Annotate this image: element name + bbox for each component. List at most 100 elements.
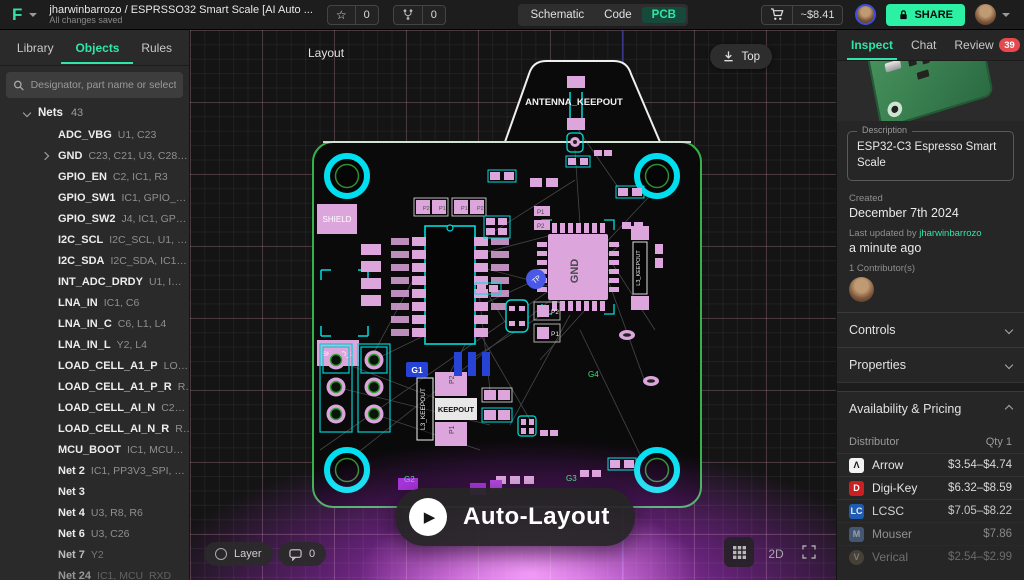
comments-button[interactable]: 0: [278, 542, 326, 566]
pad-label-p1: P1: [551, 331, 559, 338]
net-item[interactable]: GNDC23, C21, U3, C28, Y...: [0, 145, 189, 166]
tab-objects[interactable]: Objects: [71, 32, 123, 64]
chevron-down-icon[interactable]: [23, 109, 31, 117]
net-item[interactable]: MCU_BOOTIC1, MCU_BO...: [0, 439, 189, 460]
tab-review[interactable]: Review 39: [954, 30, 1020, 60]
tab-schematic[interactable]: Schematic: [520, 7, 594, 23]
layer-top-button[interactable]: Top: [710, 44, 772, 69]
auto-layout-label: Auto-Layout: [463, 503, 610, 531]
layer-selector-button[interactable]: Layer: [204, 542, 273, 566]
controls-section-header[interactable]: Controls: [837, 312, 1024, 347]
tab-pcb[interactable]: PCB: [642, 7, 686, 23]
auto-layout-button[interactable]: ▶ Auto-Layout: [395, 488, 635, 546]
net-refs: I2C_SCL, U1, IC1,...: [109, 234, 189, 246]
created-label: Created: [849, 193, 1012, 204]
net-item[interactable]: GPIO_SW1IC1, GPIO_SW1...: [0, 187, 189, 208]
2d-mode-button[interactable]: 2D: [761, 539, 791, 569]
nets-group-header[interactable]: Nets 43: [0, 102, 189, 124]
nets-list: ADC_VBGU1, C23GNDC23, C21, U3, C28, Y...…: [0, 124, 189, 580]
chevron-right-icon[interactable]: [41, 152, 49, 160]
star-button[interactable]: ☆: [328, 6, 355, 24]
distributor-price: $7.05–$8.22: [948, 505, 1012, 517]
antenna-keepout-label: ANTENNA_KEEPOUT: [525, 97, 623, 108]
net-name: LOAD_CELL_A1_P_R: [58, 381, 172, 393]
cart-total[interactable]: ~$8.41: [792, 6, 843, 24]
net-item[interactable]: LNA_INIC1, C6: [0, 292, 189, 313]
properties-section-header[interactable]: Properties: [837, 347, 1024, 382]
net-item[interactable]: Net 4U3, R8, R6: [0, 502, 189, 523]
net-item[interactable]: Net 6U3, C26: [0, 523, 189, 544]
net-item[interactable]: LNA_IN_CC6, L1, L4: [0, 313, 189, 334]
project-title-block[interactable]: jharwinbarrozo / ESPRSSO32 Smart Scale […: [49, 4, 313, 26]
object-search[interactable]: [6, 72, 183, 98]
search-input[interactable]: [31, 79, 176, 91]
net-item[interactable]: I2C_SCL I2C_SCL, U1, IC1,...: [0, 229, 189, 250]
logo-menu-caret-icon[interactable]: [29, 13, 37, 17]
flux-logo[interactable]: F: [12, 5, 21, 25]
distributor-row[interactable]: MMouser$7.86: [837, 522, 1024, 545]
cart-button[interactable]: [762, 6, 792, 24]
pad-label-p2: P2: [423, 206, 430, 212]
distributor-name: Mouser: [872, 527, 975, 541]
pricing-section-header[interactable]: Availability & Pricing: [837, 391, 1024, 426]
chevron-up-icon: [1005, 405, 1013, 413]
net-item[interactable]: I2C_SDAI2C_SDA, IC1, J5,...: [0, 250, 189, 271]
net-item[interactable]: Net 3: [0, 481, 189, 502]
net-item[interactable]: LOAD_CELL_A1_PLOAD_...: [0, 355, 189, 376]
net-item[interactable]: LNA_IN_LY2, L4: [0, 334, 189, 355]
description-field[interactable]: Description ESP32-C3 Espresso Smart Scal…: [847, 131, 1014, 181]
play-icon[interactable]: ▶: [409, 498, 447, 536]
fork-count[interactable]: 0: [422, 6, 445, 24]
grid-toggle-button[interactable]: [724, 537, 754, 567]
user-menu-caret-icon[interactable]: [1002, 13, 1010, 17]
pad-label-p2: P2: [551, 309, 559, 316]
distributor-row[interactable]: DDigi-Key$6.32–$8.59: [837, 476, 1024, 499]
g1-label: G1: [411, 365, 423, 375]
net-item[interactable]: LOAD_CELL_AI_N_RR4, J3: [0, 418, 189, 439]
net-item[interactable]: Net 2IC1, PP3V3_SPI, C10: [0, 460, 189, 481]
distributor-name: Arrow: [872, 458, 940, 472]
pricing-rows: ΛArrow$3.54–$4.74DDigi-Key$6.32–$8.59LCL…: [837, 453, 1024, 568]
contributor-avatar[interactable]: [849, 277, 874, 302]
fork-widget: 0: [393, 5, 446, 25]
net-item[interactable]: GPIO_SW2J4, IC1, GPIO_...: [0, 208, 189, 229]
net-item[interactable]: Net 24IC1, MCU_RXD: [0, 565, 189, 580]
net-item[interactable]: LOAD_CELL_A1_P_RR2, J3: [0, 376, 189, 397]
distributor-row[interactable]: VVerical$2.54–$2.99: [837, 545, 1024, 568]
net-name: I2C_SCL: [58, 234, 103, 246]
fullscreen-button[interactable]: [794, 537, 824, 567]
net-refs: U1, INT_A...: [149, 276, 189, 288]
net-item[interactable]: GPIO_ENC2, IC1, R3: [0, 166, 189, 187]
net-name: LOAD_CELL_A1_P: [58, 360, 158, 372]
fork-button[interactable]: [394, 6, 422, 24]
net-name: GND: [58, 150, 82, 162]
net-item[interactable]: LOAD_CELL_AI_NC20, LO...: [0, 397, 189, 418]
board-3d-render: [866, 61, 994, 121]
star-icon: ☆: [336, 8, 347, 22]
collaborator-avatar[interactable]: [855, 4, 876, 25]
net-item[interactable]: ADC_VBGU1, C23: [0, 124, 189, 145]
crystal[interactable]: [506, 300, 528, 332]
fork-icon: [402, 8, 414, 21]
tab-chat[interactable]: Chat: [911, 30, 936, 60]
digi-key-logo-icon: D: [849, 481, 864, 496]
net-name: LOAD_CELL_AI_N_R: [58, 423, 169, 435]
tab-library[interactable]: Library: [13, 32, 58, 64]
tab-code[interactable]: Code: [594, 7, 642, 23]
net-refs: Y2, L4: [117, 339, 147, 351]
net-item[interactable]: INT_ADC_DRDYU1, INT_A...: [0, 271, 189, 292]
star-count[interactable]: 0: [355, 6, 378, 24]
share-button[interactable]: SHARE: [886, 4, 965, 26]
user-avatar[interactable]: [975, 4, 996, 25]
tab-inspect[interactable]: Inspect: [851, 30, 893, 60]
board-3d-preview[interactable]: [837, 61, 1024, 121]
net-name: I2C_SDA: [58, 255, 104, 267]
tab-rules[interactable]: Rules: [137, 32, 176, 64]
net-item[interactable]: Net 7Y2: [0, 544, 189, 565]
pcb-canvas[interactable]: ANTENNA_KEEPOUT SHIELD SHIELD_1: [190, 30, 836, 580]
distributor-row[interactable]: LCLCSC$7.05–$8.22: [837, 499, 1024, 522]
distributor-row[interactable]: ΛArrow$3.54–$4.74: [837, 453, 1024, 476]
net-refs: Y2: [91, 549, 104, 561]
net-refs: IC1, PP3V3_SPI, C10: [91, 465, 189, 477]
updated-by-link[interactable]: jharwinbarrozo: [919, 228, 981, 239]
